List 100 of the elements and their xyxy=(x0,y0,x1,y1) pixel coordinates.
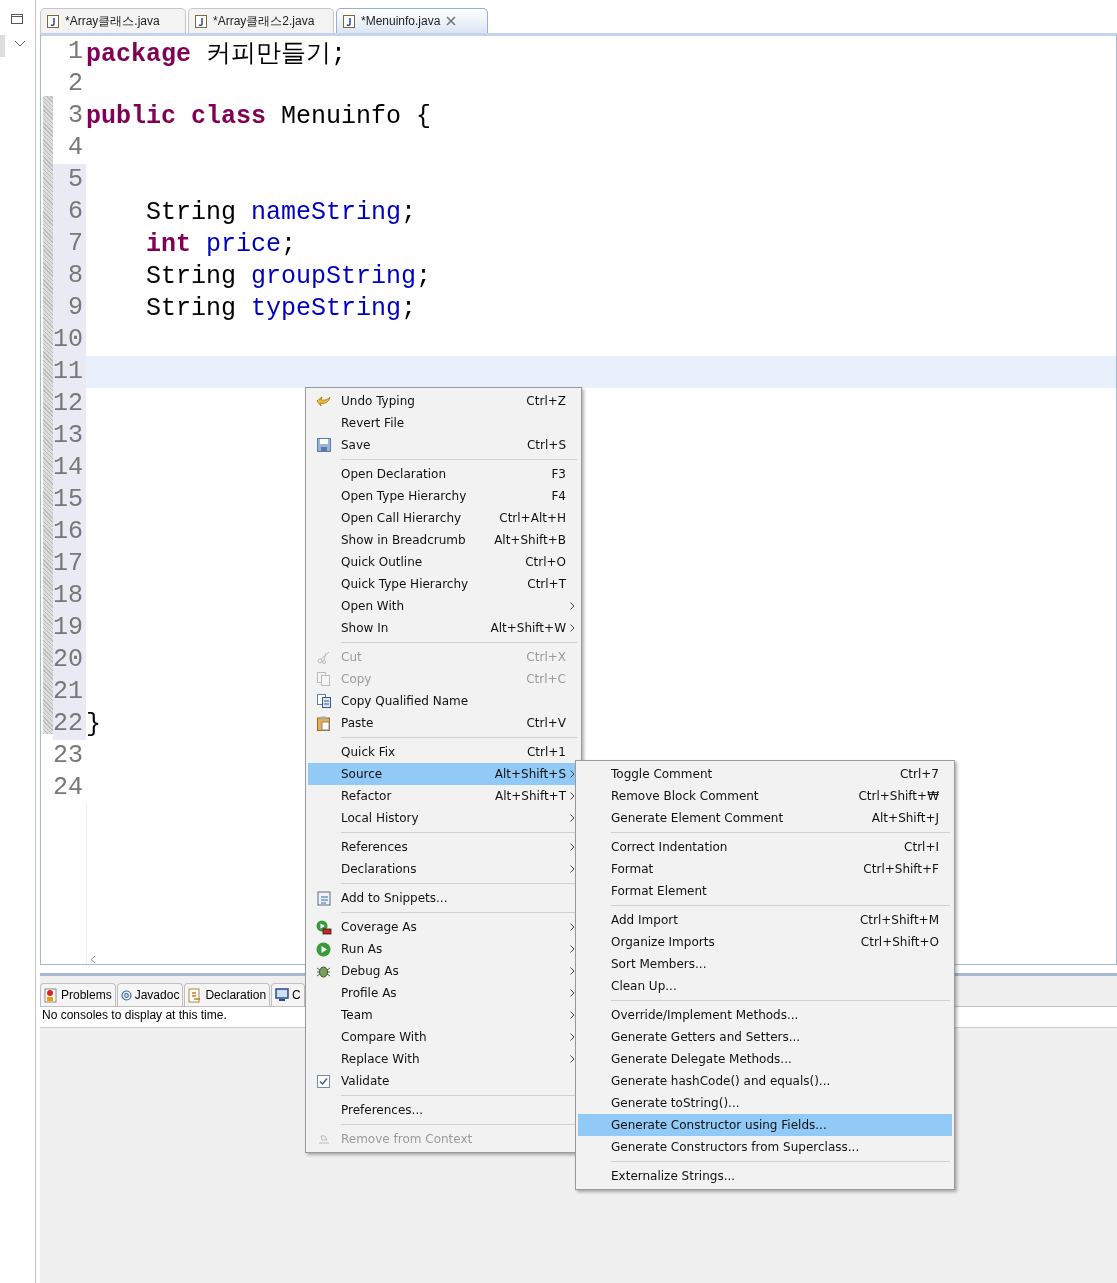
menu-item[interactable]: Revert File xyxy=(308,412,579,434)
line-number: 13 xyxy=(53,420,86,452)
java-file-icon xyxy=(47,14,59,28)
menu-item[interactable]: Sort Members... xyxy=(578,953,952,975)
panel-tab[interactable]: Problems xyxy=(40,983,116,1006)
line-number: 9 xyxy=(53,292,86,324)
menu-item[interactable]: Paste Ctrl+V xyxy=(308,712,579,734)
scroll-left-icon[interactable] xyxy=(90,955,96,964)
line-number: 6 xyxy=(53,196,86,228)
line-number: 22 xyxy=(53,708,86,740)
menu-item[interactable]: Preferences... xyxy=(308,1099,579,1121)
menu-item[interactable]: Organize Imports Ctrl+Shift+O xyxy=(578,931,952,953)
line-number: 5 xyxy=(53,164,86,196)
line-number: 15 xyxy=(53,484,86,516)
menu-item[interactable]: Toggle Comment Ctrl+7 xyxy=(578,763,952,785)
menu-item[interactable]: Show in Breadcrumb Alt+Shift+B xyxy=(308,529,579,551)
copy-icon xyxy=(317,672,330,686)
menu-item[interactable]: References xyxy=(308,836,579,858)
menu-item[interactable]: Generate Constructor using Fields... xyxy=(578,1114,952,1136)
menu-item[interactable]: Add Import Ctrl+Shift+M xyxy=(578,909,952,931)
menu-item[interactable]: Format Element xyxy=(578,880,952,902)
scissors-icon xyxy=(316,650,331,664)
line-number: 21 xyxy=(53,676,86,708)
menu-item[interactable]: Quick Type Hierarchy Ctrl+T xyxy=(308,573,579,595)
run-icon xyxy=(316,941,331,957)
menu-item[interactable]: Debug As xyxy=(308,960,579,982)
menu-item[interactable]: Open With xyxy=(308,595,579,617)
menu-item[interactable]: Coverage As xyxy=(308,916,579,938)
menu-item[interactable]: Undo Typing Ctrl+Z xyxy=(308,390,579,412)
menu-item[interactable]: Refactor Alt+Shift+T xyxy=(308,785,579,807)
snippet-icon xyxy=(316,890,331,906)
code-line: public class Menuinfo { xyxy=(86,101,432,131)
editor-tab[interactable]: *Array클래스.java xyxy=(40,8,186,33)
menu-item[interactable]: Generate Getters and Setters... xyxy=(578,1026,952,1048)
menu-item[interactable]: Copy Qualified Name xyxy=(308,690,579,712)
menu-item[interactable]: Open Call Hierarchy Ctrl+Alt+H xyxy=(308,507,579,529)
console-message: No consoles to display at this time. xyxy=(42,1008,227,1022)
menu-item[interactable]: Local History xyxy=(308,807,579,829)
save-icon xyxy=(316,438,331,452)
coverage-icon xyxy=(315,919,332,935)
menu-item[interactable]: Correct Indentation Ctrl+I xyxy=(578,836,952,858)
panel-tab[interactable]: Declaration xyxy=(184,983,271,1006)
code-line: String groupString; xyxy=(145,261,432,291)
menu-item[interactable]: Override/Implement Methods... xyxy=(578,1004,952,1026)
java-file-icon xyxy=(343,14,355,28)
line-number: 10 xyxy=(53,324,86,356)
menu-item[interactable]: Run As xyxy=(308,938,579,960)
menu-item[interactable]: Generate Delegate Methods... xyxy=(578,1048,952,1070)
declaration-icon xyxy=(188,987,203,1003)
remove-context-icon xyxy=(316,1133,331,1145)
editor-tab[interactable]: *Menuinfo.java xyxy=(336,8,488,33)
code-line: String typeString; xyxy=(145,293,417,323)
menu-item[interactable]: Quick Fix Ctrl+1 xyxy=(308,741,579,763)
menu-item[interactable]: Declarations xyxy=(308,858,579,880)
line-number: 19 xyxy=(53,612,86,644)
menu-item[interactable]: Compare With xyxy=(308,1026,579,1048)
menu-item[interactable]: Open Type Hierarchy F4 xyxy=(308,485,579,507)
menu-item[interactable]: Generate toString()... xyxy=(578,1092,952,1114)
clipboard-icon xyxy=(317,715,330,731)
menu-item[interactable]: Clean Up... xyxy=(578,975,952,997)
line-number: 7 xyxy=(53,228,86,260)
line-number: 16 xyxy=(53,516,86,548)
line-number: 11 xyxy=(53,356,86,388)
menu-item[interactable]: Team xyxy=(308,1004,579,1026)
code-line: } xyxy=(86,709,101,739)
copy-icon xyxy=(316,694,331,708)
menu-item[interactable]: Profile As xyxy=(308,982,579,1004)
menu-item[interactable]: Generate Constructors from Superclass... xyxy=(578,1136,952,1158)
menu-item[interactable]: Validate xyxy=(308,1070,579,1092)
panel-tab[interactable]: Javadoc xyxy=(116,983,184,1006)
bug-icon xyxy=(316,963,331,979)
maximize-icon[interactable] xyxy=(11,14,23,24)
undo-arrow-icon xyxy=(315,394,332,408)
at-sign-icon xyxy=(120,989,132,1001)
menu-item[interactable]: Generate Element Comment Alt+Shift+J xyxy=(578,807,952,829)
line-number: 17 xyxy=(53,548,86,580)
line-number: 18 xyxy=(53,580,86,612)
line-number: 14 xyxy=(53,452,86,484)
menu-item[interactable]: Externalize Strings... xyxy=(578,1165,952,1187)
code-line: package 커피만들기; xyxy=(86,38,347,69)
menu-item[interactable]: Quick Outline Ctrl+O xyxy=(308,551,579,573)
problems-icon xyxy=(44,987,58,1003)
close-icon[interactable] xyxy=(446,16,457,26)
line-number: 8 xyxy=(53,260,86,292)
dropdown-icon[interactable] xyxy=(14,40,26,48)
menu-item[interactable]: Save Ctrl+S xyxy=(308,434,579,456)
menu-item[interactable]: Remove Block Comment Ctrl+Shift+₩ xyxy=(578,785,952,807)
editor-tab[interactable]: *Array클래스2.java xyxy=(188,8,334,33)
code-line: String nameString; xyxy=(145,197,417,227)
menu-item[interactable]: Show In Alt+Shift+W xyxy=(308,617,579,639)
code-line: int price; xyxy=(145,229,297,259)
menu-item[interactable]: Format Ctrl+Shift+F xyxy=(578,858,952,880)
panel-tab[interactable]: C xyxy=(271,983,305,1006)
menu-item[interactable]: Add to Snippets... xyxy=(308,887,579,909)
menu-item[interactable]: Generate hashCode() and equals()... xyxy=(578,1070,952,1092)
menu-item[interactable]: Open Declaration F3 xyxy=(308,463,579,485)
console-icon xyxy=(275,988,290,1002)
line-number: 12 xyxy=(53,388,86,420)
checkbox[interactable] xyxy=(317,1074,330,1088)
menu-item[interactable]: Replace With xyxy=(308,1048,579,1070)
